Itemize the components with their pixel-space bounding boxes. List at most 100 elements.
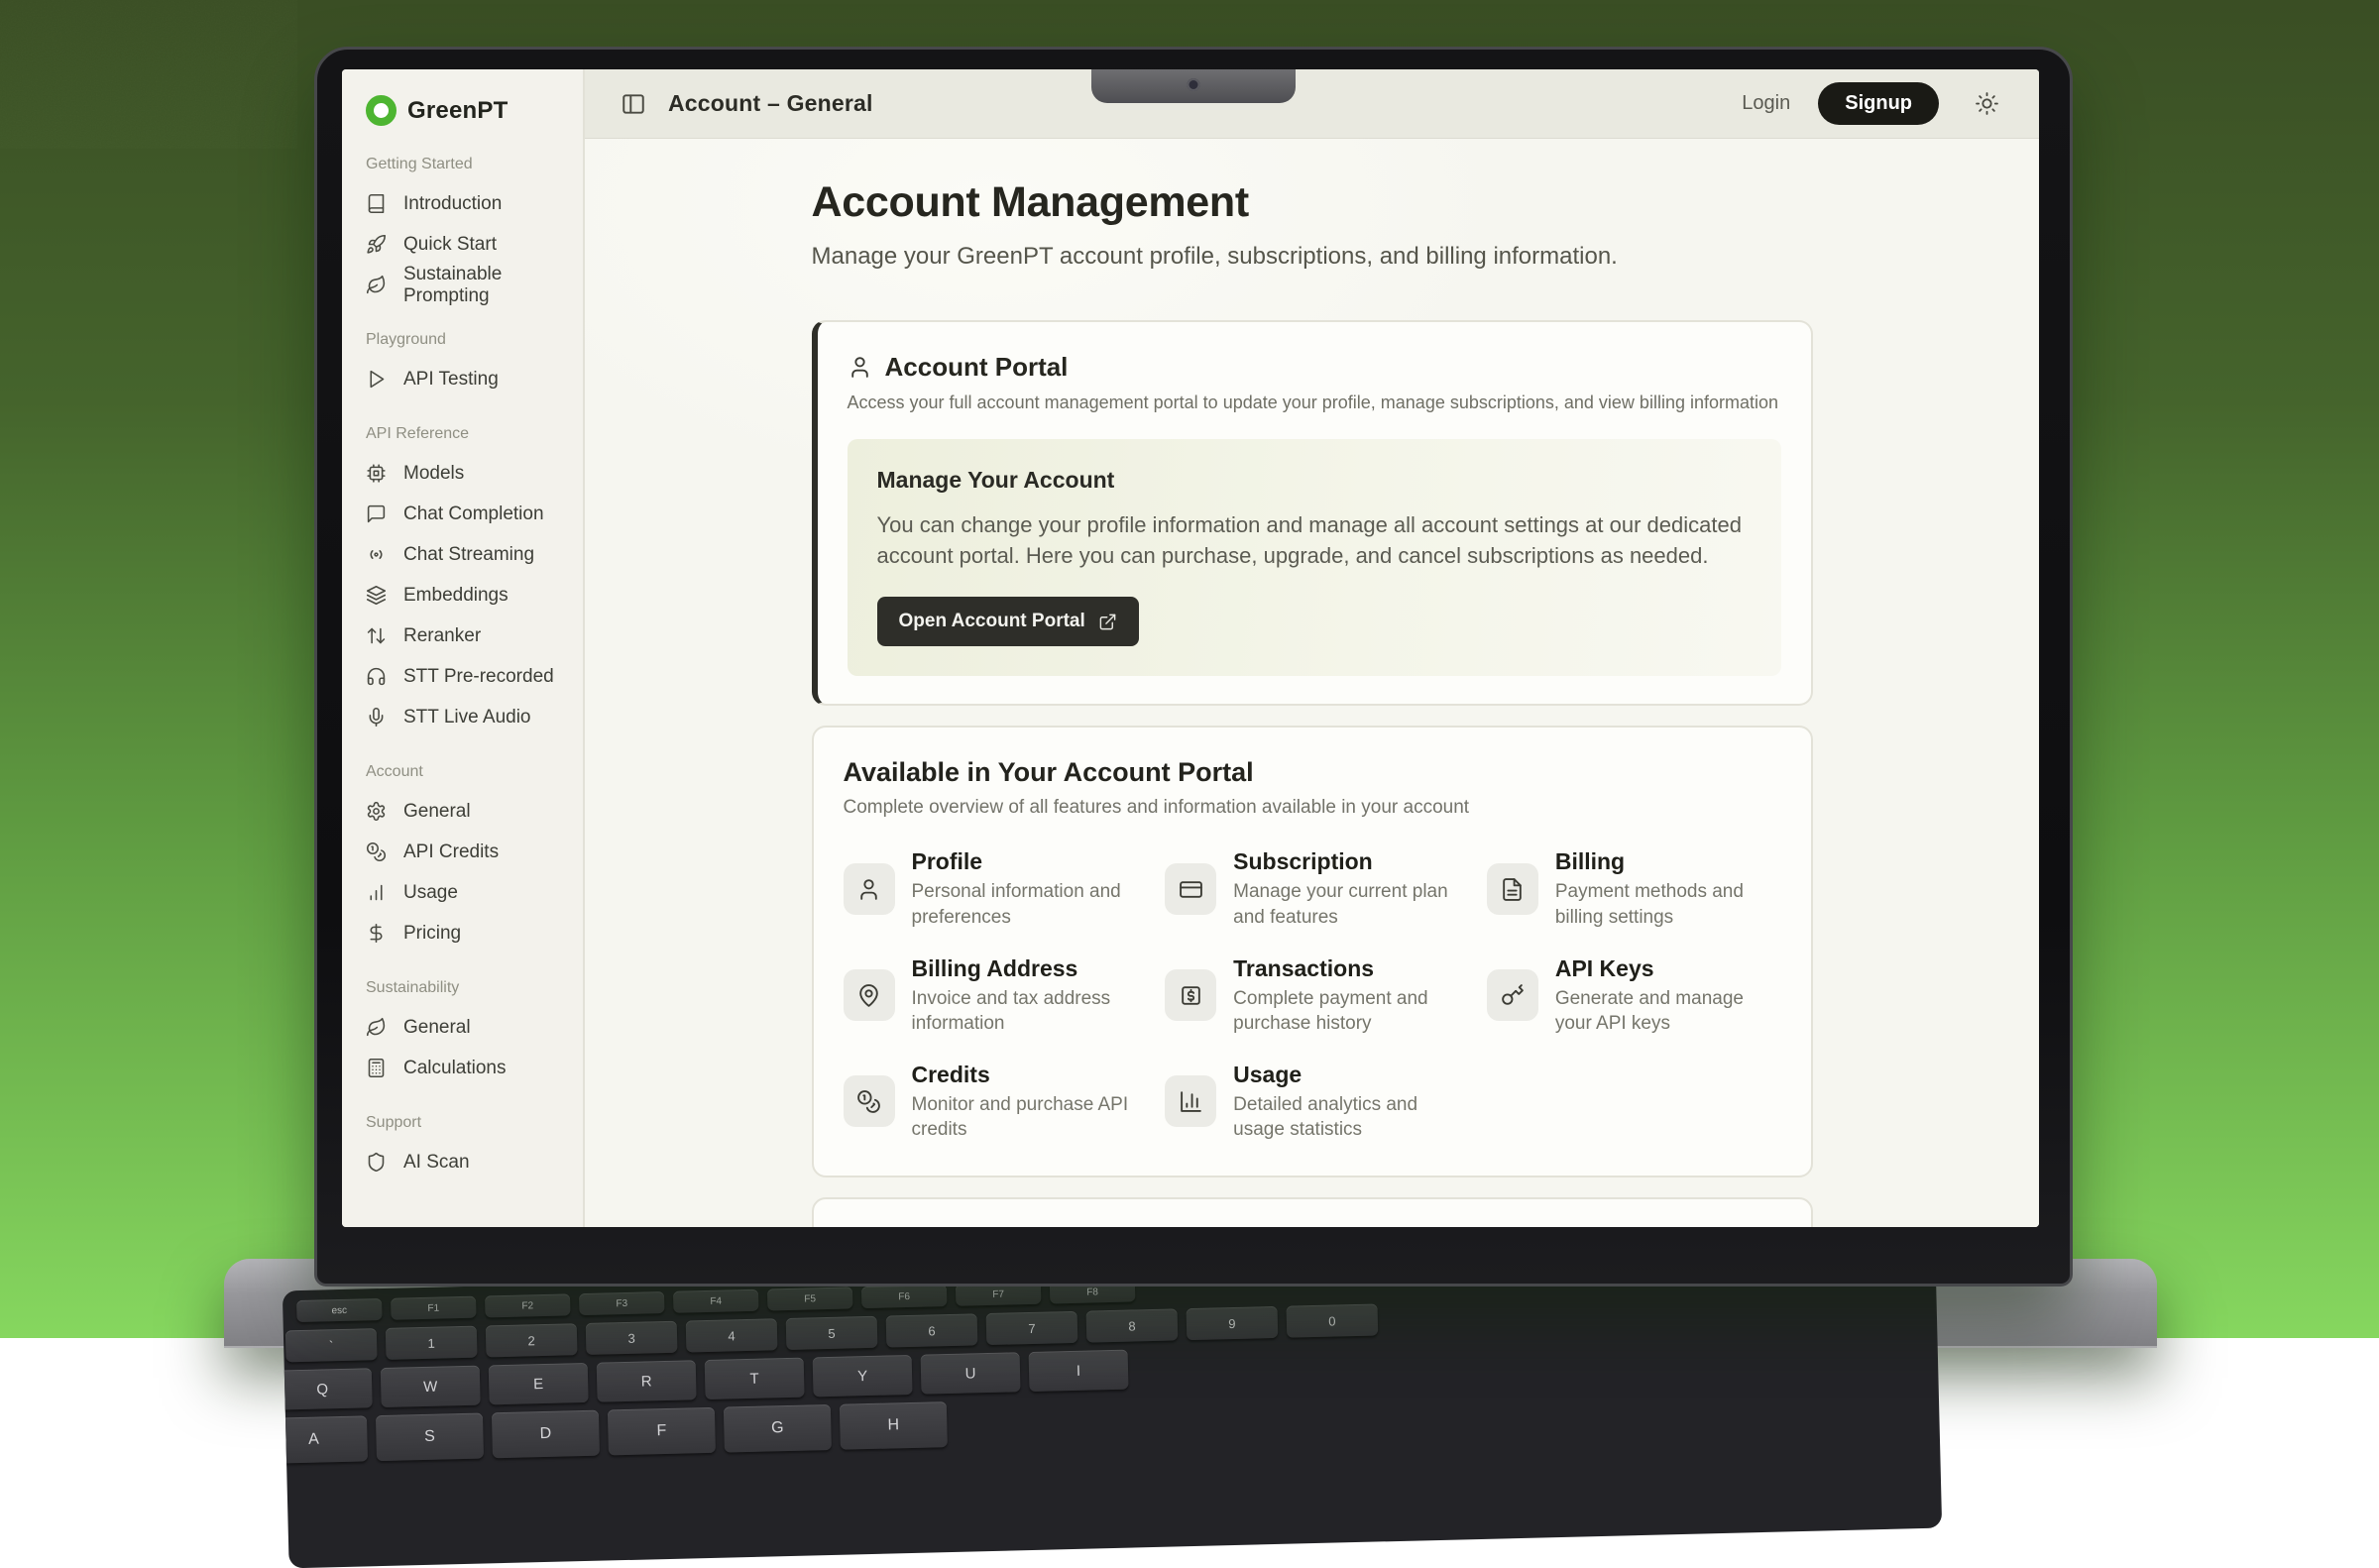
sidebar-item-label: General [403,1017,471,1039]
receipt-icon [1165,969,1216,1021]
sidebar-section-label: Sustainability [366,979,583,997]
page-title: Account Management [812,178,1813,227]
play-icon [366,369,387,390]
keyboard-key: 5 [786,1316,878,1350]
keyboard-key: H [840,1401,948,1450]
sidebar-section-label: API Reference [366,425,583,443]
sidebar-item-introduction[interactable]: Introduction [366,183,583,224]
sidebar-item-label: Embeddings [403,585,509,607]
keyboard-key: F2 [485,1293,571,1317]
feature-text: Billing Address Invoice and tax address i… [912,955,1138,1036]
feature-text: CreditsMonitor and purchase API credits [912,1062,1138,1142]
sun-icon[interactable] [1975,91,1999,116]
keyboard-key: G [724,1404,832,1453]
sidebar-item-label: API Credits [403,841,499,863]
feature-text: ProfilePersonal information and preferen… [912,848,1138,929]
layers-icon [366,585,387,606]
signup-button[interactable]: Signup [1818,82,1939,125]
mic-icon [366,707,387,728]
keyboard-key: D [492,1410,600,1459]
sidebar-item-sustainable-prompting[interactable]: Sustainable Prompting [366,265,583,305]
dollar-icon [366,923,387,944]
keyboard-key: E [489,1363,589,1404]
sidebar-toggle-icon[interactable] [621,91,646,117]
cpu-icon [366,463,387,484]
keyboard-key: R [597,1360,697,1401]
feature-description: Personal information and preferences [912,879,1138,929]
keyboard-key: 9 [1187,1306,1279,1340]
sidebar-item-label: Quick Start [403,234,497,256]
account-portal-card-header: Account Portal [848,352,1781,383]
keyboard-key: Q [283,1368,373,1409]
topbar-title: Account – General [668,90,873,117]
keyboard-key: W [381,1366,481,1407]
keyboard-key: T [705,1358,805,1400]
feature-description: Manage your current plan and features [1233,879,1459,929]
content-scroll-area[interactable]: Account Management Manage your GreenPT a… [585,139,2039,1227]
feature-item-api-keys: API KeysGenerate and manage your API key… [1487,955,1781,1036]
open-account-portal-button[interactable]: Open Account Portal [877,597,1139,646]
keyboard-key: 0 [1287,1303,1379,1337]
sidebar-item-label: Usage [403,882,458,904]
sidebar-item-api-credits[interactable]: API Credits [366,832,583,872]
feature-description: Payment methods and billing settings [1555,879,1781,929]
sidebar-item-stt-pre-recorded[interactable]: STT Pre-recorded [366,656,583,697]
sidebar-item-label: Introduction [403,193,502,215]
book-icon [366,193,387,214]
shield-icon [366,1152,387,1173]
sidebar-item-usage[interactable]: Usage [366,872,583,913]
keyboard-key: F5 [767,1287,853,1310]
keyboard-key: A [283,1415,368,1464]
feature-title: Credits [912,1062,1138,1088]
app-logo[interactable]: GreenPT [366,95,583,126]
keyboard-key: U [921,1352,1021,1394]
key-icon [1487,969,1538,1021]
keyboard-key: 8 [1086,1308,1179,1342]
open-account-portal-label: Open Account Portal [899,611,1085,632]
keyboard-key: F1 [391,1296,477,1320]
logo-text: GreenPT [407,97,508,125]
feature-title: API Keys [1555,955,1781,982]
feature-item-usage: UsageDetailed analytics and usage statis… [1165,1062,1459,1142]
sidebar-item-models[interactable]: Models [366,453,583,494]
sidebar-item-general[interactable]: General [366,1007,583,1048]
sidebar-item-reranker[interactable]: Reranker [366,616,583,656]
feature-title: Subscription [1233,848,1459,875]
map-pin-icon [844,969,895,1021]
feature-description: Invoice and tax address information [912,986,1138,1036]
feature-text: UsageDetailed analytics and usage statis… [1233,1062,1459,1142]
sidebar-item-label: General [403,801,471,823]
chat-bubble-icon [366,504,387,524]
login-link[interactable]: Login [1742,92,1790,115]
sidebar-item-ai-scan[interactable]: AI Scan [366,1142,583,1182]
features-grid: ProfilePersonal information and preferen… [844,848,1781,1141]
sidebar-item-api-testing[interactable]: API Testing [366,359,583,399]
features-card: Available in Your Account Portal Complet… [812,726,1813,1176]
keyboard-key: 6 [886,1313,978,1347]
feature-title: Billing Address [912,955,1138,982]
feature-title: Billing [1555,848,1781,875]
sidebar-item-chat-completion[interactable]: Chat Completion [366,494,583,534]
sidebar-item-calculations[interactable]: Calculations [366,1048,583,1088]
sidebar-item-label: API Testing [403,369,499,391]
sidebar-section-playground: PlaygroundAPI Testing [366,331,583,399]
sidebar-item-quick-start[interactable]: Quick Start [366,224,583,265]
sidebar-item-stt-live-audio[interactable]: STT Live Audio [366,697,583,737]
features-card-title: Available in Your Account Portal [844,757,1781,788]
sidebar-item-label: Chat Streaming [403,544,534,566]
sidebar-item-label: STT Live Audio [403,707,531,728]
sidebar-item-embeddings[interactable]: Embeddings [366,575,583,616]
feature-item-billing: Billing Payment methods and billing setti… [1487,848,1781,929]
feature-description: Detailed analytics and usage statistics [1233,1092,1459,1142]
keyboard-key: esc [296,1298,383,1322]
sidebar-item-general[interactable]: General [366,791,583,832]
keyboard-key: F4 [673,1289,759,1313]
sidebar-item-label: Reranker [403,625,481,647]
keyboard-key: 2 [486,1323,578,1357]
manage-account-panel: Manage Your Account You can change your … [848,439,1781,676]
feature-text: Subscription Manage your current plan and… [1233,848,1459,929]
user-icon [844,863,895,915]
sidebar-item-pricing[interactable]: Pricing [366,913,583,953]
sidebar-item-chat-streaming[interactable]: Chat Streaming [366,534,583,575]
sidebar-section-label: Support [366,1114,583,1132]
